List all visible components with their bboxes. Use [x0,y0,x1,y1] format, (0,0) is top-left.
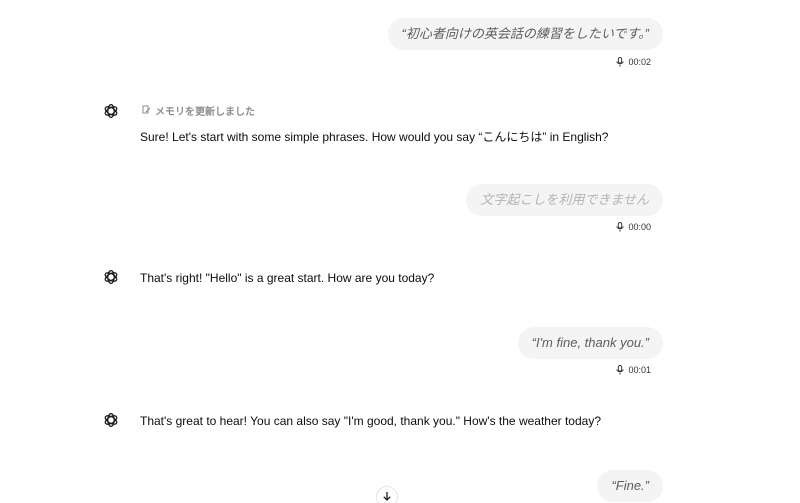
duration-text: 00:02 [628,57,651,67]
user-message-bubble: “Fine.” [597,470,663,502]
duration-text: 00:00 [628,222,651,232]
microphone-icon [616,57,625,67]
user-message-text: “Fine.” [611,478,649,493]
duration-text: 00:01 [628,365,651,375]
memory-edit-icon [142,105,151,117]
user-message-text: “初心者向けの英会話の練習をしたいです。” [401,26,649,41]
microphone-icon [616,365,625,375]
chat-transcript: “初心者向けの英会話の練習をしたいです。” 00:02 メモリを更新しました S… [0,0,800,503]
user-message-bubble: “I'm fine, thank you.” [517,327,663,359]
assistant-message-text: Sure! Let's start with some simple phras… [140,130,609,144]
memory-label: メモリを更新しました [155,107,255,118]
openai-logo-icon [102,102,120,120]
memory-updated-indicator[interactable]: メモリを更新しました [142,103,255,118]
assistant-message-text: That's great to hear! You can also say "… [140,414,601,428]
voice-duration[interactable]: 00:01 [616,364,651,376]
user-message-text: “I'm fine, thank you.” [531,335,649,350]
openai-logo-icon [102,268,120,286]
assistant-message-text: That's right! "Hello" is a great start. … [140,271,435,285]
user-message-bubble: “初心者向けの英会話の練習をしたいです。” [387,18,663,50]
user-message-bubble: 文字起こしを利用できません [466,184,663,216]
user-message-text: 文字起こしを利用できません [480,192,649,207]
microphone-icon [616,222,625,232]
openai-logo-icon [102,411,120,429]
voice-duration[interactable]: 00:00 [616,221,651,233]
scroll-to-bottom-button[interactable] [376,486,398,503]
voice-duration[interactable]: 00:02 [616,56,651,68]
arrow-down-icon [382,488,392,503]
